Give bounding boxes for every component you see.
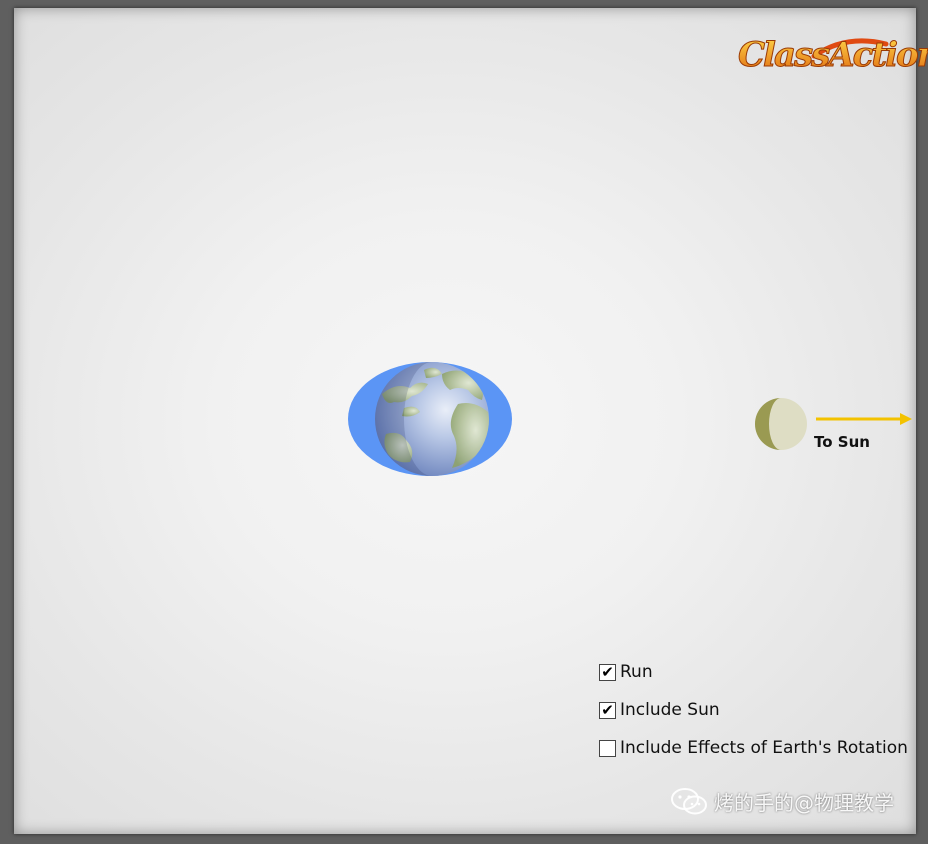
include-rotation-label: Include Effects of Earth's Rotation bbox=[620, 738, 908, 758]
include-sun-checkbox[interactable]: ✔ Include Sun bbox=[599, 700, 720, 720]
to-sun-label: To Sun bbox=[814, 433, 870, 451]
watermark: 烤的手的@物理教学 bbox=[670, 786, 894, 816]
watermark-text: 烤的手的@物理教学 bbox=[714, 790, 894, 815]
sun-direction-arrow bbox=[814, 410, 914, 428]
classaction-logo: ClassAction bbox=[736, 26, 928, 76]
run-label: Run bbox=[620, 662, 653, 682]
wechat-icon bbox=[671, 788, 707, 815]
include-rotation-checkbox[interactable]: Include Effects of Earth's Rotation bbox=[599, 738, 908, 758]
run-checkbox[interactable]: ✔ Run bbox=[599, 662, 653, 682]
include-rotation-checkbox-box[interactable] bbox=[599, 739, 616, 757]
run-checkbox-box[interactable]: ✔ bbox=[599, 663, 616, 681]
include-sun-label: Include Sun bbox=[620, 700, 720, 720]
include-sun-checkbox-box[interactable]: ✔ bbox=[599, 701, 616, 719]
svg-text:ClassAction: ClassAction bbox=[738, 35, 928, 75]
moon bbox=[754, 397, 808, 451]
earth-with-tidal-bulge bbox=[346, 360, 514, 478]
